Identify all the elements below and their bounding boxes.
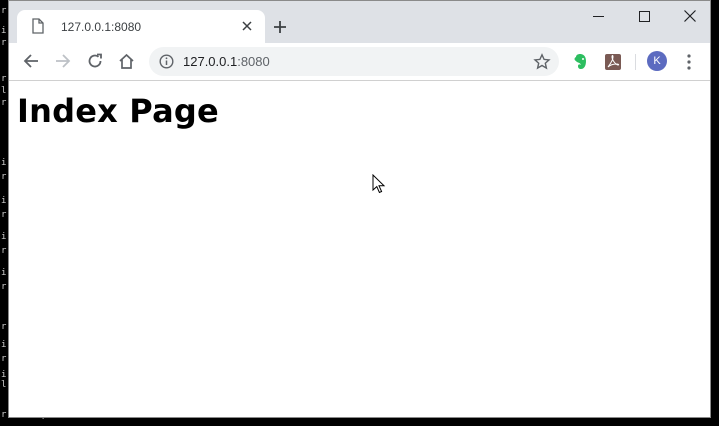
star-icon[interactable] [533,53,551,71]
close-icon[interactable] [667,1,710,31]
terminal-line: r [1,172,7,182]
mouse-cursor [372,174,386,194]
terminal-line: r [1,98,7,108]
url-port: :8080 [237,54,270,69]
tab-close-icon[interactable] [237,16,257,36]
terminal-line: i [1,232,7,242]
terminal-line: l [1,380,7,390]
tab-title: 127.0.0.1:8080 [61,20,142,34]
terminal-line: i [1,196,7,206]
plus-icon[interactable] [269,16,291,38]
terminal-line: r [1,210,7,220]
toolbar-separator [635,54,636,70]
home-icon[interactable] [112,47,140,75]
kebab-menu-icon[interactable] [679,51,699,73]
page-icon [32,18,44,34]
terminal-line: r [1,6,7,16]
terminal-line: r [1,74,7,84]
maximize-icon[interactable] [621,1,667,31]
title-bar: 127.0.0.1:8080 [9,1,710,43]
terminal-line: i [1,340,7,350]
page-heading: Index Page [17,92,219,130]
terminal-line: r [1,246,7,256]
browser-tab[interactable]: 127.0.0.1:8080 [17,10,265,43]
profile-avatar[interactable]: K [647,51,667,71]
toolbar: 127.0.0.1:8080 K [9,43,710,81]
minimize-icon[interactable] [575,1,621,31]
terminal-line: i [1,158,7,168]
terminal-line: i [1,370,7,380]
terminal-line: i [1,268,7,278]
address-bar[interactable]: 127.0.0.1:8080 [149,47,559,76]
back-arrow-icon[interactable] [17,47,45,75]
pdf-icon[interactable] [603,52,623,72]
info-icon[interactable] [159,54,174,69]
terminal-line: r [1,38,7,48]
reload-icon[interactable] [81,47,109,75]
terminal-line: r [1,282,7,292]
page-content: Index Page [9,81,710,417]
forward-arrow-icon[interactable] [49,47,77,75]
terminal-line: r [1,322,7,332]
evernote-icon[interactable] [571,52,591,72]
terminal-line: i [1,26,7,36]
browser-window: 127.0.0.1:8080 127.0.0.1:8080 K Index Pa… [8,0,711,418]
terminal-line: r [1,354,7,364]
url-text[interactable]: 127.0.0.1:8080 [183,54,270,69]
terminal-line: l [1,86,7,96]
url-host: 127.0.0.1 [183,54,238,69]
